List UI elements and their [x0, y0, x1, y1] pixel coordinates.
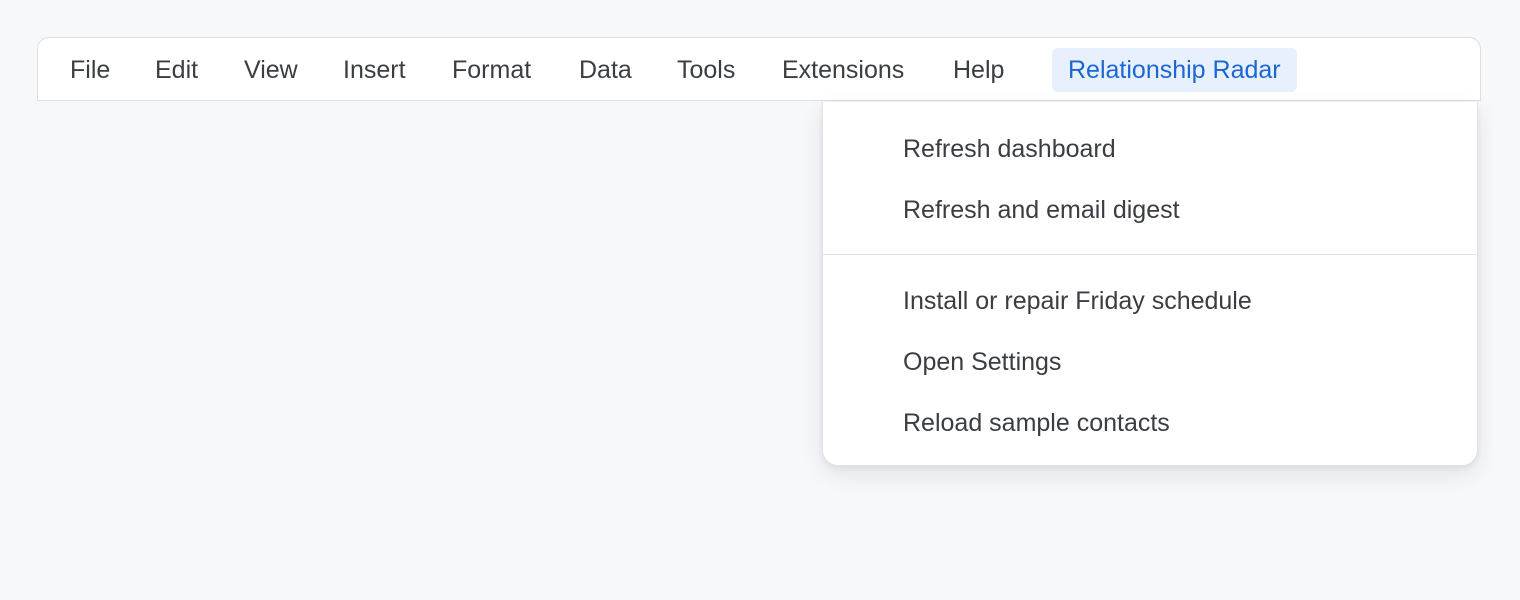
relationship-radar-dropdown: Refresh dashboard Refresh and email dige…: [822, 102, 1478, 466]
menu-tools[interactable]: Tools: [661, 48, 751, 92]
menu-extensions[interactable]: Extensions: [766, 48, 920, 92]
app-page: File Edit View Insert Format Data Tools …: [0, 0, 1520, 600]
menu-file[interactable]: File: [54, 48, 126, 92]
menu-insert[interactable]: Insert: [327, 48, 422, 92]
menu-edit[interactable]: Edit: [139, 48, 214, 92]
install-repair-schedule-item[interactable]: Install or repair Friday schedule: [823, 273, 1477, 329]
reload-sample-contacts-item[interactable]: Reload sample contacts: [823, 395, 1477, 451]
menu-relationship-radar[interactable]: Relationship Radar: [1052, 48, 1297, 92]
menu-divider: [823, 254, 1477, 255]
menu-view[interactable]: View: [228, 48, 314, 92]
menu-bar: File Edit View Insert Format Data Tools …: [37, 37, 1481, 101]
menu-help[interactable]: Help: [937, 48, 1020, 92]
open-settings-item[interactable]: Open Settings: [823, 334, 1477, 390]
refresh-dashboard-item[interactable]: Refresh dashboard: [823, 121, 1477, 177]
menu-data[interactable]: Data: [563, 48, 648, 92]
menu-format[interactable]: Format: [436, 48, 547, 92]
refresh-email-digest-item[interactable]: Refresh and email digest: [823, 182, 1477, 238]
